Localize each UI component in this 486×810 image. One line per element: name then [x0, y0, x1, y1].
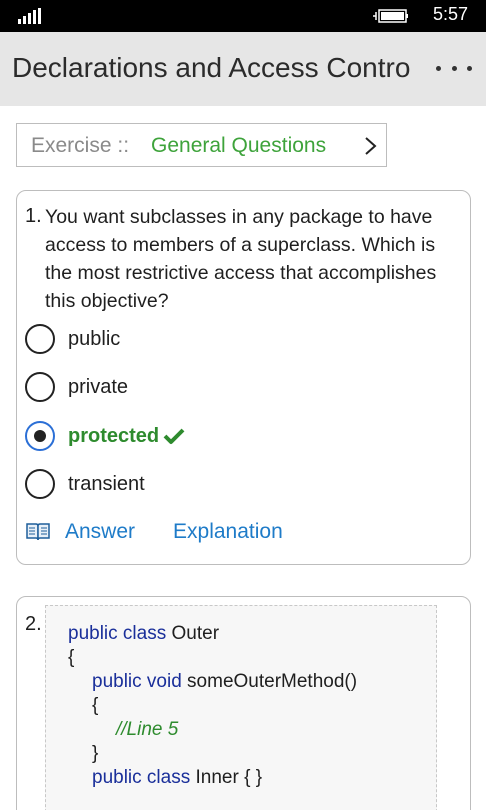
- code-keyword: public void: [92, 671, 182, 692]
- option-label: protected: [68, 424, 160, 447]
- code-keyword: public class: [92, 767, 191, 788]
- status-time: 5:57: [432, 4, 468, 24]
- code-text: someOuterMethod(): [181, 671, 358, 692]
- book-icon: [26, 523, 50, 541]
- radio-button[interactable]: [25, 372, 55, 402]
- exercise-breadcrumb[interactable]: Exercise :: General Questions: [16, 123, 387, 167]
- code-line: public class Inner { }: [92, 766, 262, 790]
- exercise-label: Exercise ::: [31, 134, 130, 157]
- chevron-right-icon: [365, 137, 377, 155]
- battery-icon: [373, 9, 408, 23]
- code-line: public void someOuterMethod(): [92, 670, 357, 694]
- question-actions: Answer Explanation: [25, 515, 283, 549]
- page-title: Declarations and Access Contro: [12, 52, 411, 83]
- signal-icon: [18, 8, 44, 24]
- code-line: public class Outer: [68, 622, 219, 646]
- question-text: You want subclasses in any package to ha…: [45, 206, 437, 312]
- exercise-category: General Questions: [151, 134, 327, 157]
- option-public[interactable]: public: [25, 321, 425, 357]
- answer-link[interactable]: Answer: [65, 520, 135, 544]
- radio-button[interactable]: [25, 324, 55, 354]
- more-icon[interactable]: [436, 56, 472, 80]
- code-keyword: public class: [68, 623, 167, 644]
- app-title-bar: Declarations and Access Contro: [0, 32, 486, 106]
- question-card-1: 1. You want subclasses in any package to…: [16, 190, 471, 565]
- code-text: Inner { }: [190, 767, 263, 788]
- check-icon: [163, 428, 185, 444]
- question-card-2: 2. public class Outer { public void some…: [16, 596, 471, 810]
- option-label: private: [68, 375, 129, 398]
- question-number: 1.: [25, 205, 42, 227]
- option-label: transient: [68, 472, 145, 495]
- code-text: Outer: [166, 623, 220, 644]
- code-block: public class Outer { public void someOut…: [45, 605, 437, 810]
- status-bar: 5:57: [0, 0, 486, 32]
- radio-button[interactable]: [25, 469, 55, 499]
- option-protected[interactable]: protected: [25, 418, 425, 454]
- code-comment: //Line 5: [116, 719, 179, 740]
- option-transient[interactable]: transient: [25, 466, 425, 502]
- question-number: 2.: [25, 613, 42, 635]
- code-line: {: [68, 647, 75, 668]
- option-private[interactable]: private: [25, 369, 425, 405]
- option-label: public: [68, 327, 121, 350]
- radio-button-selected[interactable]: [25, 421, 55, 451]
- explanation-link[interactable]: Explanation: [173, 520, 283, 544]
- code-line: }: [92, 743, 99, 764]
- code-line: {: [92, 695, 99, 716]
